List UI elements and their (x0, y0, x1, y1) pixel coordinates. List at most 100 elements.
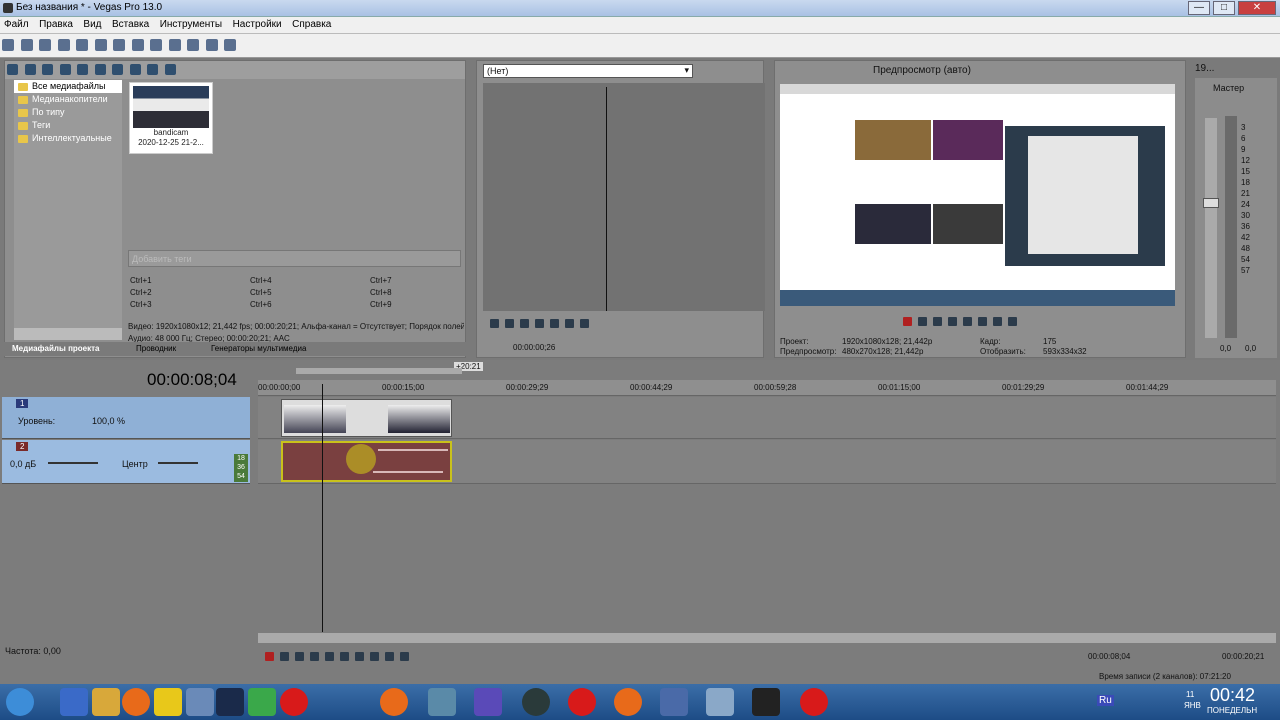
tree-item-smart-bins[interactable]: Интеллектуальные (14, 132, 122, 145)
play-from-start-icon[interactable] (933, 317, 942, 326)
notepad-icon[interactable] (706, 688, 734, 716)
menu-options[interactable]: Настройки (229, 17, 286, 32)
tags-input[interactable]: Добавить теги (128, 250, 461, 267)
video-track-header[interactable]: 1 Уровень: 100,0 % (2, 397, 250, 439)
tab-media-generators[interactable]: Генераторы мультимедиа (211, 344, 306, 353)
previous-frame-icon[interactable] (565, 319, 574, 328)
tree-item-tags[interactable]: Теги (14, 119, 122, 132)
preview-mode[interactable]: Предпросмотр (авто) (873, 65, 971, 76)
go-to-start-icon[interactable] (355, 652, 364, 661)
time-ruler[interactable]: 00:00:00;00 00:00:15;00 00:00:29;29 00:0… (258, 380, 1276, 396)
copy-icon[interactable] (131, 39, 144, 51)
next-frame-icon[interactable] (580, 319, 589, 328)
render-icon[interactable] (76, 39, 89, 51)
previous-frame-icon[interactable] (993, 317, 1002, 326)
play-from-start-icon[interactable] (505, 319, 514, 328)
opera-icon-2[interactable] (568, 688, 596, 716)
save-as-icon[interactable] (57, 39, 70, 51)
play-from-start-icon[interactable] (295, 652, 304, 661)
menu-help[interactable]: Справка (288, 17, 335, 32)
zoom-icon[interactable] (77, 64, 89, 75)
stop-icon[interactable] (550, 319, 559, 328)
nox-icon[interactable] (522, 688, 550, 716)
get-media-icon[interactable] (42, 64, 54, 75)
favorites-icon[interactable] (92, 688, 120, 716)
help-icon[interactable] (224, 39, 237, 51)
paste-icon[interactable] (150, 39, 163, 51)
capture-icon[interactable] (24, 64, 36, 75)
save-icon[interactable] (39, 39, 52, 51)
loop-region[interactable] (296, 368, 462, 374)
audio-track-header[interactable]: 2 0,0 дБ Центр 18 36 54 (2, 440, 250, 484)
undo-icon[interactable] (168, 39, 181, 51)
firefox-icon-3[interactable] (614, 688, 642, 716)
tab-explorer[interactable]: Проводник (136, 344, 176, 353)
video-clip[interactable] (281, 399, 452, 437)
opera-icon[interactable] (280, 688, 308, 716)
open-icon[interactable] (20, 39, 33, 51)
stop-icon[interactable] (129, 64, 141, 75)
save-manager-icon[interactable] (660, 688, 688, 716)
pan-slider[interactable] (158, 462, 198, 464)
tree-item-media-bins[interactable]: Медианакопители (14, 93, 122, 106)
record-icon[interactable] (265, 652, 274, 661)
utorrent-icon[interactable] (248, 688, 276, 716)
next-frame-icon[interactable] (400, 652, 409, 661)
playhead[interactable] (322, 384, 323, 632)
next-frame-icon[interactable] (1008, 317, 1017, 326)
play-icon[interactable] (948, 317, 957, 326)
screen-recorder-icon[interactable] (428, 688, 456, 716)
avast-icon[interactable] (154, 688, 182, 716)
vegas-taskbar-icon[interactable] (752, 688, 780, 716)
start-button-icon[interactable] (6, 688, 34, 716)
loop-icon[interactable] (918, 317, 927, 326)
clock-time[interactable]: 00:42 (1210, 685, 1255, 706)
calculator-icon[interactable] (186, 688, 214, 716)
record-icon[interactable] (903, 317, 912, 326)
close-button[interactable]: ✕ (1238, 1, 1276, 15)
search-icon[interactable] (164, 64, 176, 75)
pause-icon[interactable] (325, 652, 334, 661)
tree-item-by-type[interactable]: По типу (14, 106, 122, 119)
import-media-icon[interactable] (7, 64, 18, 75)
loop-icon[interactable] (280, 652, 289, 661)
views-icon[interactable] (147, 64, 159, 75)
previous-frame-icon[interactable] (385, 652, 394, 661)
delete-icon[interactable] (94, 64, 106, 75)
media-thumbnail[interactable]: bandicam 2020-12-25 21-2... (129, 82, 213, 154)
master-fader[interactable] (1203, 118, 1219, 338)
language-indicator[interactable]: Ru (1097, 695, 1114, 706)
cut-icon[interactable] (113, 39, 126, 51)
stop-icon[interactable] (340, 652, 349, 661)
pause-icon[interactable] (963, 317, 972, 326)
menu-insert[interactable]: Вставка (108, 17, 153, 32)
explorer-icon[interactable] (60, 688, 88, 716)
redo-icon[interactable] (187, 39, 200, 51)
menu-file[interactable]: Файл (0, 17, 33, 32)
firefox-icon-2[interactable] (380, 688, 408, 716)
mixer-tab[interactable]: 19... (1195, 63, 1214, 74)
minimize-button[interactable]: — (1188, 1, 1210, 15)
pause-icon[interactable] (535, 319, 544, 328)
menu-tools[interactable]: Инструменты (156, 17, 226, 32)
bandicam-icon[interactable] (800, 688, 828, 716)
maximize-button[interactable]: □ (1213, 1, 1235, 15)
stop-icon[interactable] (978, 317, 987, 326)
menu-edit[interactable]: Правка (35, 17, 77, 32)
horizontal-scrollbar[interactable] (258, 633, 1276, 643)
properties-icon[interactable] (94, 39, 107, 51)
tree-item-all-media[interactable]: Все медиафайлы (14, 80, 122, 93)
refresh-icon[interactable] (59, 64, 71, 75)
current-time[interactable]: 00:00:08;04 (147, 370, 237, 390)
enable-snapping-icon[interactable] (205, 39, 218, 51)
steam-icon[interactable] (216, 688, 244, 716)
play-icon[interactable] (112, 64, 124, 75)
volume-slider[interactable] (48, 462, 98, 464)
new-icon[interactable] (2, 39, 14, 51)
play-icon[interactable] (310, 652, 319, 661)
go-to-end-icon[interactable] (370, 652, 379, 661)
tree-scrollbar[interactable] (14, 328, 122, 340)
firefox-icon[interactable] (122, 688, 150, 716)
loop-icon[interactable] (490, 319, 499, 328)
play-icon[interactable] (520, 319, 529, 328)
